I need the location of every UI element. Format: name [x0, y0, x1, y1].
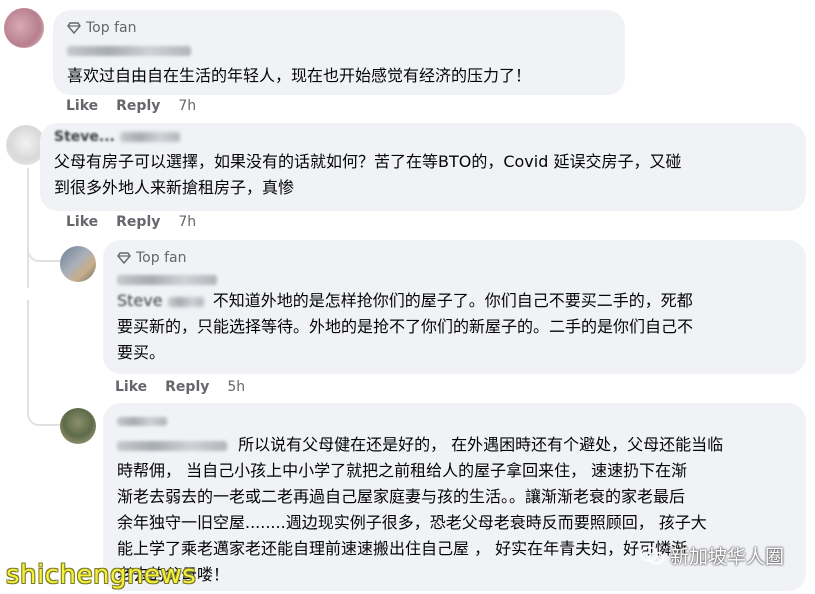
comment-text-line: 要买新的，只能选择等待。外地的是抢不了你们的新屋子的。二手的是你们自己不: [117, 317, 694, 336]
commenter-name[interactable]: [117, 269, 792, 288]
thread-connector: [27, 300, 61, 426]
comment-actions: Like Reply 7h: [66, 214, 196, 230]
comment-text-line: 不知道外地的是怎样抢你们的屋子了。你们自己不要买二手的，死都: [212, 291, 693, 310]
comment-text-line: 所以说有父母健在还是好的， 在外遇困時还有个避处，父母还能当临: [238, 435, 724, 454]
timestamp[interactable]: 7h: [178, 214, 196, 230]
commenter-name[interactable]: Steve...: [54, 129, 792, 149]
watermark-wechat: 新加坡华人圈: [640, 542, 784, 569]
wechat-icon: [640, 546, 664, 564]
reply-button[interactable]: Reply: [116, 214, 160, 230]
comment-text: Steve 不知道外地的是怎样抢你们的屋子了。你们自己不要买二手的，死都 要买新…: [117, 288, 792, 366]
badge-label: Top fan: [86, 20, 137, 36]
top-fan-badge: Top fan: [117, 250, 792, 266]
comment-actions: Like Reply 7h: [66, 98, 196, 114]
mention-tag[interactable]: [117, 440, 227, 451]
watermark-shichengnews: shichengnews: [6, 560, 197, 590]
like-button[interactable]: Like: [115, 379, 147, 395]
comment-text: 喜欢过自由自在生活的年轻人，现在也开始感觉有经济的压力了！: [67, 66, 532, 85]
commenter-name[interactable]: [117, 411, 792, 430]
comment-text: 父母有房子可以選擇，如果没有的话就如何？苦了在等BTO的，Covid 延误交房子…: [54, 149, 792, 201]
comment-bubble: Top fan 喜欢过自由自在生活的年轻人，现在也开始感觉有经济的压力了！: [53, 10, 625, 95]
watermark-label: 新加坡华人圈: [670, 546, 785, 568]
comment-text-line: 父母有房子可以選擇，如果没有的话就如何？苦了在等BTO的，Covid 延误交房子…: [54, 152, 682, 171]
like-button[interactable]: Like: [66, 98, 98, 114]
avatar[interactable]: [60, 408, 96, 444]
diamond-icon: [67, 22, 81, 35]
comment-bubble: Top fan Steve 不知道外地的是怎样抢你们的屋子了。你们自己不要买二手…: [103, 240, 806, 374]
timestamp[interactable]: 7h: [178, 98, 196, 114]
comment-actions: Like Reply 5h: [115, 379, 245, 395]
comment-text-line: 時帮佣， 当自己小孩上中小学了就把之前租给人的屋子拿回来住， 速速扔下在渐: [117, 461, 688, 480]
like-button[interactable]: Like: [66, 214, 98, 230]
mention-tag[interactable]: Steve: [117, 291, 209, 310]
avatar[interactable]: [4, 8, 44, 48]
commenter-name[interactable]: [67, 40, 611, 59]
diamond-icon: [117, 252, 131, 265]
reply-button[interactable]: Reply: [165, 379, 209, 395]
avatar[interactable]: [60, 246, 96, 282]
reply-button[interactable]: Reply: [116, 98, 160, 114]
timestamp[interactable]: 5h: [227, 379, 245, 395]
comment-text-line: 余年独守一旧空屋........週边现实例子很多，恐老父母老衰時反而要照顾回， …: [117, 513, 707, 532]
comment-bubble: Steve... 父母有房子可以選擇，如果没有的话就如何？苦了在等BTO的，Co…: [40, 123, 806, 211]
thread-connector: [27, 220, 61, 262]
comment-text-line: 渐老去弱去的一老或二老再過自己屋家庭妻与孩的生活。。讓渐渐老衰的家老最后: [117, 487, 686, 506]
badge-label: Top fan: [136, 250, 187, 266]
comment-text-line: 到很多外地人来新搶租房子，真惨: [54, 178, 295, 197]
top-fan-badge: Top fan: [67, 20, 611, 36]
comment-text-line: 要买。: [117, 343, 166, 362]
